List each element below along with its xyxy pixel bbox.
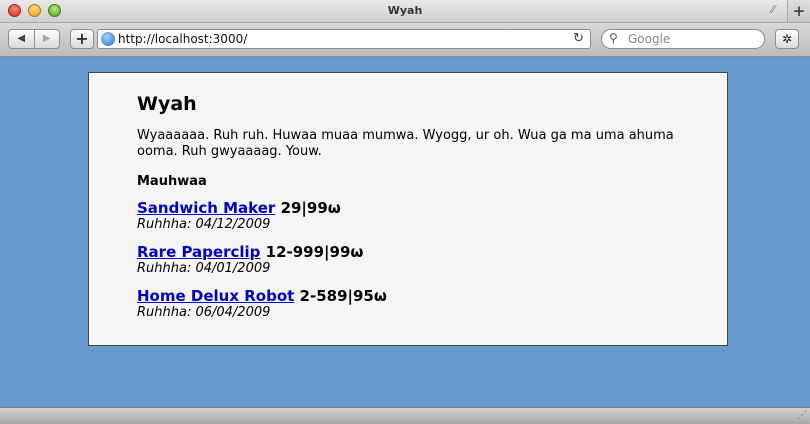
search-icon[interactable]: ⚲	[609, 31, 618, 45]
address-bar[interactable]: http://localhost:3000/ ↻	[97, 29, 591, 49]
product-price: 29|99ω	[280, 199, 341, 217]
search-placeholder: Google	[628, 32, 671, 46]
search-field[interactable]: ⚲ Google	[601, 29, 765, 49]
product-price: 2-589|95ω	[299, 287, 387, 305]
intro-text: Wyaaaaaa. Ruh ruh. Huwaa muaa mumwa. Wyo…	[137, 128, 674, 159]
product-item: Home Delux Robot 2-589|95ω Ruhhha: 06/04…	[137, 287, 679, 321]
back-button[interactable]: ◀	[9, 30, 34, 48]
page-container: Wyah Wyaaaaaa. Ruh ruh. Huwaa muaa mumwa…	[88, 72, 728, 346]
section-title: Mauhwaa	[137, 174, 207, 189]
product-line: Rare Paperclip 12-999|99ω	[137, 243, 679, 261]
page-title: Wyah	[137, 93, 197, 115]
address-input[interactable]: http://localhost:3000/	[118, 32, 247, 46]
add-bookmark-button[interactable]: +	[70, 29, 94, 49]
product-link-home-delux-robot[interactable]: Home Delux Robot	[137, 287, 294, 305]
status-bar: ⋰	[0, 407, 810, 424]
window-title: Wyah	[387, 4, 423, 17]
forward-button[interactable]: ▶	[33, 30, 60, 48]
product-link-sandwich-maker[interactable]: Sandwich Maker	[137, 199, 275, 217]
product-line: Sandwich Maker 29|99ω	[137, 199, 679, 217]
toolbar-toggle-icon[interactable]: ⁄⁄	[766, 3, 780, 17]
bug-report-button[interactable]: ✲	[775, 29, 799, 49]
product-release-date: Ruhhha: 04/12/2009	[137, 217, 271, 232]
product-link-rare-paperclip[interactable]: Rare Paperclip	[137, 243, 260, 261]
window-titlebar: Wyah ⁄⁄ +	[0, 0, 810, 23]
product-price: 12-999|99ω	[265, 243, 364, 261]
product-release-date: Ruhhha: 04/01/2009	[137, 261, 271, 276]
resize-grip-icon[interactable]: ⋰	[797, 410, 807, 421]
browser-toolbar: ◀ ▶ + http://localhost:3000/ ↻ ⚲ Google …	[0, 23, 810, 57]
reload-button[interactable]: ↻	[573, 31, 584, 46]
new-tab-button[interactable]: +	[787, 0, 810, 22]
history-nav: ◀ ▶	[8, 29, 60, 49]
globe-icon	[101, 32, 115, 46]
product-item: Sandwich Maker 29|99ω Ruhhha: 04/12/2009	[137, 199, 679, 233]
product-line: Home Delux Robot 2-589|95ω	[137, 287, 679, 305]
product-release-date: Ruhhha: 06/04/2009	[137, 305, 271, 320]
product-item: Rare Paperclip 12-999|99ω Ruhhha: 04/01/…	[137, 243, 679, 277]
